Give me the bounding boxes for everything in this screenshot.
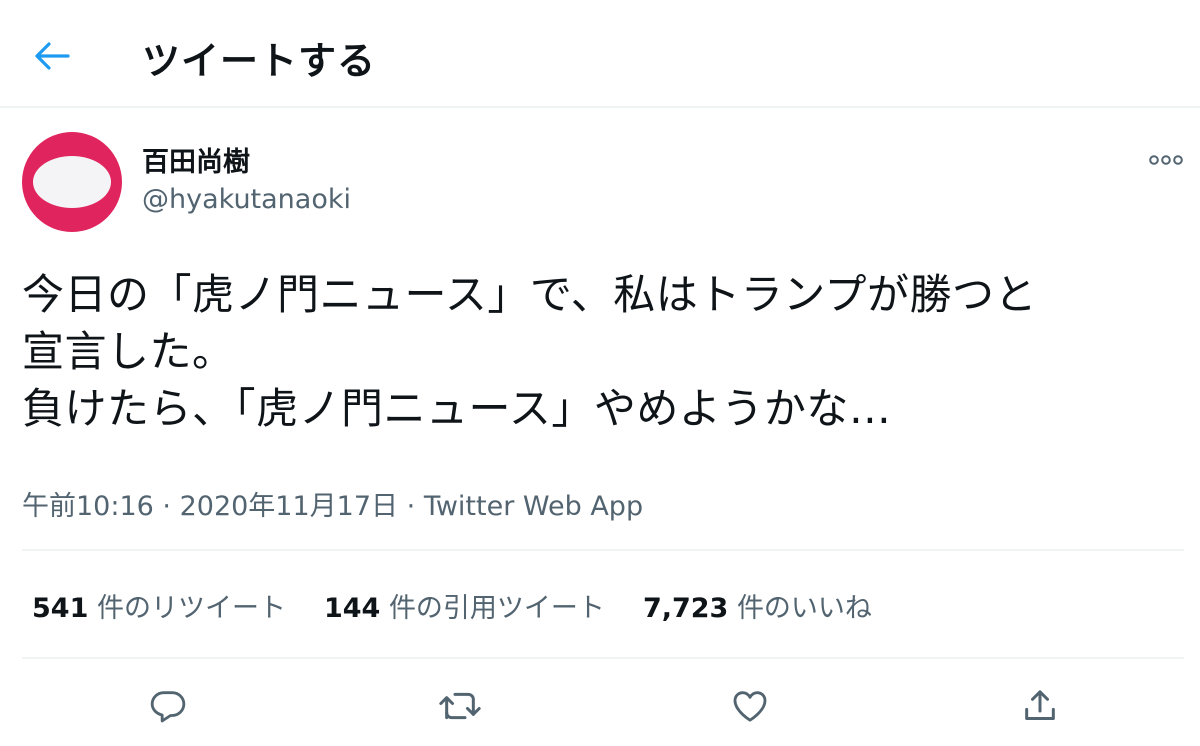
tweet-metadata: 午前10:16 · 2020年11月17日 · Twitter Web App xyxy=(22,484,643,523)
retweets-stat[interactable]: 541 件のリツイート xyxy=(32,586,286,625)
action-bar xyxy=(0,678,1200,734)
avatar[interactable] xyxy=(22,132,122,232)
header-bar: ツイートする xyxy=(0,0,1200,108)
like-button[interactable] xyxy=(722,678,778,734)
more-options-button[interactable] xyxy=(1146,150,1186,170)
quotes-label: 件の引用ツイート xyxy=(388,593,605,624)
retweets-label: 件のリツイート xyxy=(96,593,286,624)
tweet-date[interactable]: 2020年11月17日 xyxy=(180,491,398,522)
more-dots-icon xyxy=(1149,155,1183,165)
back-button[interactable] xyxy=(28,34,76,78)
share-button[interactable] xyxy=(1012,678,1068,734)
meta-separator: · xyxy=(406,491,416,522)
divider xyxy=(22,657,1184,659)
retweets-count: 541 xyxy=(32,593,89,624)
share-icon xyxy=(1025,690,1055,720)
heart-icon xyxy=(733,691,767,722)
retweet-icon xyxy=(439,692,481,720)
reply-button[interactable] xyxy=(140,678,196,734)
reply-icon xyxy=(150,691,186,723)
divider xyxy=(22,549,1184,551)
tweet-source-link[interactable]: Twitter Web App xyxy=(424,491,643,522)
avatar-image xyxy=(33,156,111,208)
retweet-button[interactable] xyxy=(432,678,488,734)
page-title: ツイートする xyxy=(142,39,377,83)
quotes-count: 144 xyxy=(323,593,381,624)
author-handle[interactable]: @hyakutanaoki xyxy=(142,184,351,215)
quotes-stat[interactable]: 144 件の引用ツイート xyxy=(324,586,605,625)
author-name[interactable]: 百田尚樹 xyxy=(142,140,250,179)
tweet-stats: 541 件のリツイート 144 件の引用ツイート 7,723 件のいいね xyxy=(32,586,872,625)
likes-stat[interactable]: 7,723 件のいいね xyxy=(643,586,872,625)
tweet-text: 今日の「虎ノ門ニュース」で、私はトランプが勝つと 宣言した。 負けたら、「虎ノ門… xyxy=(22,270,1037,433)
likes-label: 件のいいね xyxy=(736,593,872,624)
tweet-time[interactable]: 午前10:16 xyxy=(22,491,154,522)
arrow-left-icon xyxy=(35,42,70,70)
meta-separator: · xyxy=(162,491,171,522)
likes-count: 7,723 xyxy=(642,593,729,624)
